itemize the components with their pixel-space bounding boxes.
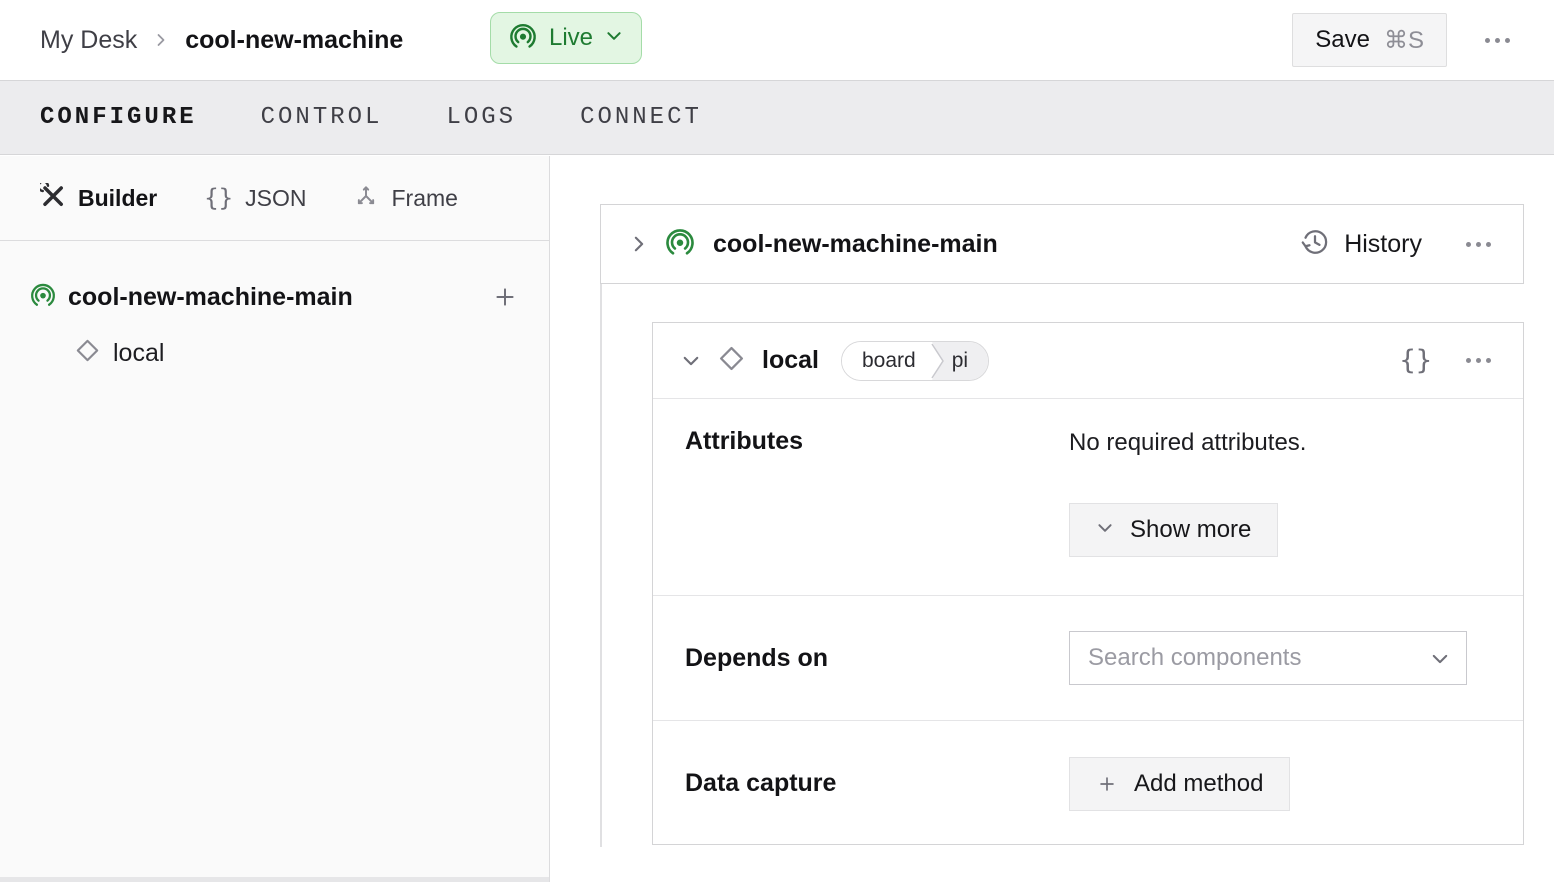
chevron-right-icon (153, 32, 169, 48)
config-view-tabs: Builder {} JSON Frame (0, 156, 549, 241)
view-tab-frame-label: Frame (391, 185, 457, 212)
config-main-panel: cool-new-machine-main History (551, 156, 1554, 882)
search-components-input[interactable] (1070, 632, 1400, 684)
save-label: Save (1315, 26, 1370, 54)
broadcast-icon (665, 227, 695, 262)
save-shortcut: ⌘S (1384, 26, 1424, 55)
broadcast-icon (509, 22, 537, 55)
tab-control[interactable]: CONTROL (261, 104, 383, 131)
component-model: pi (946, 342, 988, 380)
component-tree: cool-new-machine-main local (0, 241, 549, 381)
broadcast-icon (30, 282, 56, 313)
component-menu-icon[interactable] (1462, 354, 1495, 367)
collapse-chevron-down-icon[interactable] (681, 351, 701, 371)
tree-part-name: cool-new-machine-main (68, 283, 353, 312)
view-tab-json[interactable]: {} JSON (204, 184, 306, 212)
axes-icon (353, 183, 379, 214)
history-icon (1300, 227, 1330, 262)
config-sidebar: Builder {} JSON Frame (0, 156, 550, 882)
add-method-button[interactable]: Add method (1069, 757, 1290, 811)
edit-json-icon[interactable]: {} (1399, 345, 1432, 376)
braces-icon: {} (204, 184, 233, 212)
tools-icon (40, 183, 66, 214)
machine-nav-tabs: CONFIGURE CONTROL LOGS CONNECT (0, 81, 1554, 155)
view-tab-builder[interactable]: Builder (40, 183, 157, 214)
save-button[interactable]: Save ⌘S (1292, 13, 1447, 67)
part-card-title: cool-new-machine-main (713, 230, 998, 259)
depends-on-section: Depends on (653, 596, 1523, 721)
attributes-label: Attributes (685, 427, 1069, 456)
tree-connector-line (600, 284, 602, 847)
app-window: My Desk cool-new-machine Live Save (0, 0, 1554, 882)
component-type-badge: board pi (841, 341, 989, 381)
chevron-down-icon (1430, 649, 1450, 674)
chevron-down-icon (605, 27, 623, 50)
attributes-empty-text: No required attributes. (1069, 427, 1467, 459)
app-header: My Desk cool-new-machine Live Save (0, 0, 1554, 81)
part-card-menu-icon[interactable] (1462, 238, 1495, 251)
part-card: cool-new-machine-main History (600, 204, 1524, 284)
diamond-icon (717, 344, 746, 378)
show-more-button[interactable]: Show more (1069, 503, 1278, 557)
depends-on-label: Depends on (685, 644, 1069, 673)
breadcrumb-root-link[interactable]: My Desk (40, 26, 137, 55)
component-type: board (842, 342, 928, 380)
header-actions: Save ⌘S (1292, 0, 1514, 80)
add-method-label: Add method (1134, 770, 1263, 798)
data-capture-section: Data capture Add method (653, 721, 1523, 846)
tree-component-row[interactable]: local (30, 325, 519, 381)
history-button[interactable]: History (1300, 227, 1422, 262)
breadcrumb: My Desk cool-new-machine (40, 0, 403, 80)
component-card-header: local board pi {} (653, 323, 1523, 399)
view-tab-json-label: JSON (245, 185, 306, 212)
view-tab-frame[interactable]: Frame (353, 183, 457, 214)
tab-configure[interactable]: CONFIGURE (40, 104, 197, 131)
component-name: local (762, 346, 819, 375)
depends-on-select[interactable] (1069, 631, 1467, 685)
component-card: local board pi {} Attributes (652, 322, 1524, 845)
show-more-label: Show more (1130, 516, 1251, 544)
chevron-down-icon (1096, 516, 1114, 544)
tree-part-row[interactable]: cool-new-machine-main (30, 269, 519, 325)
chevron-separator-icon (928, 342, 946, 380)
history-label: History (1344, 230, 1422, 259)
sidebar-scrollbar-track[interactable] (0, 877, 549, 882)
data-capture-label: Data capture (685, 769, 1069, 798)
tab-logs[interactable]: LOGS (446, 104, 516, 131)
header-overflow-menu-icon[interactable] (1481, 34, 1514, 47)
machine-status-dropdown[interactable]: Live (490, 12, 642, 64)
plus-icon (1096, 773, 1118, 795)
attributes-section: Attributes No required attributes. Show … (653, 399, 1523, 596)
add-component-button[interactable] (491, 283, 519, 311)
view-tab-builder-label: Builder (78, 185, 157, 212)
tree-component-name: local (113, 339, 164, 368)
expand-part-chevron-right-icon[interactable] (629, 234, 649, 254)
tab-connect[interactable]: CONNECT (580, 104, 702, 131)
machine-name: cool-new-machine (185, 26, 403, 55)
status-label: Live (549, 24, 593, 52)
diamond-icon (74, 337, 101, 369)
